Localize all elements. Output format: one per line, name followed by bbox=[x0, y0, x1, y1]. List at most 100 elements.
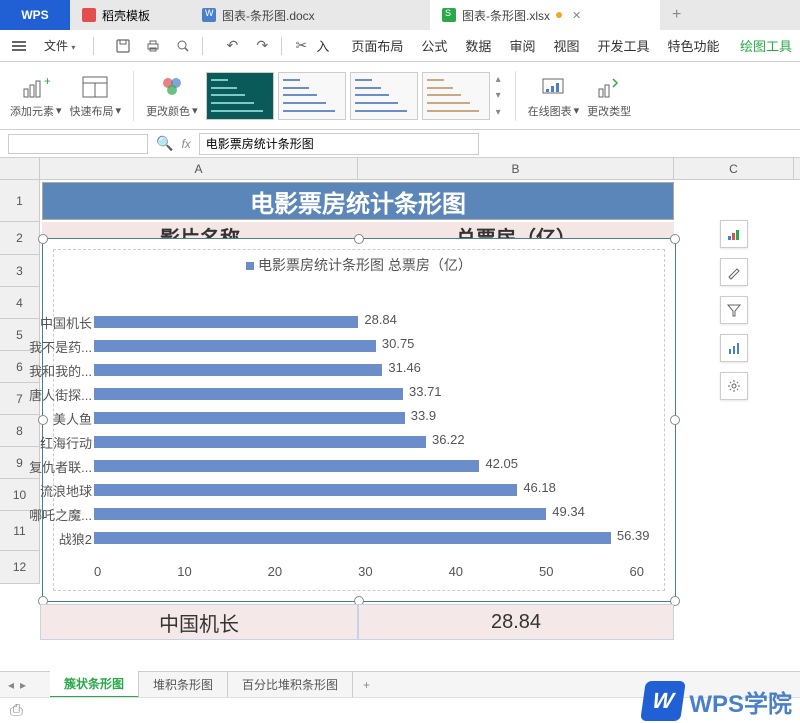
bar-fill[interactable] bbox=[94, 532, 611, 544]
ribbon-tab-view[interactable]: 视图 bbox=[553, 32, 579, 59]
row-header-4[interactable]: 4 bbox=[0, 287, 39, 319]
bar-value: 33.9 bbox=[411, 408, 436, 423]
cell-b12[interactable]: 28.84 bbox=[358, 604, 674, 640]
file-menu[interactable]: 文件 ▾ bbox=[36, 34, 83, 57]
bar-fill[interactable] bbox=[94, 388, 403, 400]
sheet-nav-prev-icon[interactable]: ◂ bbox=[8, 678, 14, 692]
bar-label: 哪吒之魔... bbox=[29, 505, 92, 524]
ribbon-change-color[interactable]: 更改颜色 ▾ bbox=[146, 73, 198, 119]
chart-style-3[interactable] bbox=[350, 72, 418, 120]
zoom-icon[interactable]: 🔍 bbox=[156, 135, 173, 152]
data-button[interactable] bbox=[720, 334, 748, 362]
resize-handle[interactable] bbox=[38, 234, 48, 244]
col-header-c[interactable]: C bbox=[674, 158, 794, 179]
row-header-8[interactable]: 8 bbox=[0, 415, 39, 447]
bar-row: 美人鱼 33.9 bbox=[94, 406, 644, 430]
add-sheet-button[interactable]: + bbox=[353, 678, 380, 692]
select-all-corner[interactable] bbox=[0, 158, 40, 179]
print-icon[interactable] bbox=[144, 37, 162, 55]
chart-elements-button[interactable] bbox=[720, 220, 748, 248]
separator bbox=[281, 37, 282, 55]
ribbon-add-element[interactable]: + 添加元素 ▾ bbox=[10, 73, 62, 119]
chart-plot-area[interactable]: 电影票房统计条形图 总票房（亿） 中国机长 28.84 我不是药... 30.7… bbox=[53, 249, 665, 591]
tab-xlsx-active[interactable]: 图表-条形图.xlsx ✕ bbox=[430, 0, 660, 30]
col-header-b[interactable]: B bbox=[358, 158, 674, 179]
resize-handle[interactable] bbox=[354, 234, 364, 244]
tab-docx-label: 图表-条形图.docx bbox=[222, 7, 315, 24]
bar-label: 红海行动 bbox=[40, 433, 92, 452]
chart-style-4[interactable] bbox=[422, 72, 490, 120]
resize-handle[interactable] bbox=[670, 415, 680, 425]
bar-row: 红海行动 36.22 bbox=[94, 430, 644, 454]
name-box[interactable] bbox=[8, 134, 148, 154]
ribbon-online-chart[interactable]: 在线图表 ▾ bbox=[528, 73, 580, 119]
unsaved-dot-icon bbox=[556, 12, 562, 18]
ribbon-tab-formula[interactable]: 公式 bbox=[421, 32, 447, 59]
fx-label: fx bbox=[181, 137, 190, 151]
bar-fill[interactable] bbox=[94, 436, 426, 448]
ribbon-tab-layout[interactable]: 页面布局 bbox=[351, 32, 403, 59]
bar-fill[interactable] bbox=[94, 364, 382, 376]
save-icon[interactable] bbox=[114, 37, 132, 55]
add-tab-button[interactable]: + bbox=[660, 6, 693, 24]
gallery-more-icon[interactable]: ▾ bbox=[496, 107, 501, 118]
chevron-down-icon: ▾ bbox=[192, 104, 198, 117]
bar-value: 42.05 bbox=[485, 456, 518, 471]
xtick: 10 bbox=[177, 564, 191, 580]
sheet-tab-stacked[interactable]: 堆积条形图 bbox=[139, 672, 228, 697]
bar-fill[interactable] bbox=[94, 508, 546, 520]
formula-input[interactable] bbox=[199, 133, 479, 155]
embedded-chart[interactable]: 电影票房统计条形图 总票房（亿） 中国机长 28.84 我不是药... 30.7… bbox=[42, 238, 676, 602]
resize-handle[interactable] bbox=[670, 234, 680, 244]
row-header-1[interactable]: 1 bbox=[0, 180, 39, 222]
preview-icon[interactable] bbox=[174, 37, 192, 55]
undo-icon[interactable]: ↶ bbox=[223, 37, 241, 55]
ribbon-quick-layout[interactable]: 快速布局 ▾ bbox=[70, 73, 122, 119]
resize-handle[interactable] bbox=[38, 415, 48, 425]
row-header-3[interactable]: 3 bbox=[0, 255, 39, 287]
row-header-2[interactable]: 2 bbox=[0, 222, 39, 255]
ribbon-tab-special[interactable]: 特色功能 bbox=[667, 32, 719, 59]
xtick: 50 bbox=[539, 564, 553, 580]
sheet-tab-clustered[interactable]: 簇状条形图 bbox=[50, 671, 139, 698]
xtick: 40 bbox=[449, 564, 463, 580]
ribbon-tab-charttool[interactable]: 绘图工具 bbox=[740, 32, 792, 59]
settings-button[interactable] bbox=[720, 372, 748, 400]
ribbon-tab-review[interactable]: 审阅 bbox=[509, 32, 535, 59]
cells-area[interactable]: 电影票房统计条形图 影片名称 总票房（亿） 电影票房统计条形图 总票房（亿） bbox=[40, 180, 800, 584]
scissors-icon[interactable]: ✂ bbox=[292, 37, 310, 55]
row-header-12[interactable]: 12 bbox=[0, 551, 39, 584]
chart-xaxis: 0102030405060 bbox=[94, 564, 644, 580]
bar-label: 唐人街探... bbox=[29, 385, 92, 404]
file-menu-label: 文件 bbox=[44, 39, 68, 53]
bar-row: 唐人街探... 33.71 bbox=[94, 382, 644, 406]
gallery-down-icon[interactable]: ▾ bbox=[496, 90, 501, 101]
col-header-a[interactable]: A bbox=[40, 158, 358, 179]
bar-fill[interactable] bbox=[94, 316, 358, 328]
redo-icon[interactable]: ↷ bbox=[253, 37, 271, 55]
status-icon: ⎙ bbox=[10, 702, 23, 720]
bar-fill[interactable] bbox=[94, 484, 517, 496]
bar-label: 我和我的... bbox=[29, 361, 92, 380]
sheet-nav-next-icon[interactable]: ▸ bbox=[20, 678, 26, 692]
tab-docx[interactable]: 图表-条形图.docx bbox=[190, 0, 430, 30]
bar-fill[interactable] bbox=[94, 412, 405, 424]
ribbon-change-type[interactable]: 更改类型 bbox=[587, 73, 631, 119]
ribbon-tab-dev[interactable]: 开发工具 bbox=[597, 32, 649, 59]
gallery-up-icon[interactable]: ▴ bbox=[496, 74, 501, 85]
ribbon-tab-data[interactable]: 数据 bbox=[465, 32, 491, 59]
cell-a12[interactable]: 中国机长 bbox=[40, 604, 358, 640]
bar-fill[interactable] bbox=[94, 460, 479, 472]
bar-fill[interactable] bbox=[94, 340, 376, 352]
filter-button[interactable] bbox=[720, 296, 748, 324]
brush-button[interactable] bbox=[720, 258, 748, 286]
tab-template[interactable]: 稻壳模板 bbox=[70, 0, 190, 30]
ribbon-change-color-label: 更改颜色 bbox=[146, 103, 190, 119]
close-icon[interactable]: ✕ bbox=[572, 9, 581, 22]
sheet-tab-percent[interactable]: 百分比堆积条形图 bbox=[228, 672, 353, 697]
wps-app-tab[interactable]: WPS bbox=[0, 0, 70, 30]
chart-style-2[interactable] bbox=[278, 72, 346, 120]
chart-style-1[interactable] bbox=[206, 72, 274, 120]
quick-layout-icon bbox=[79, 73, 111, 101]
hamburger-icon[interactable] bbox=[8, 37, 30, 55]
